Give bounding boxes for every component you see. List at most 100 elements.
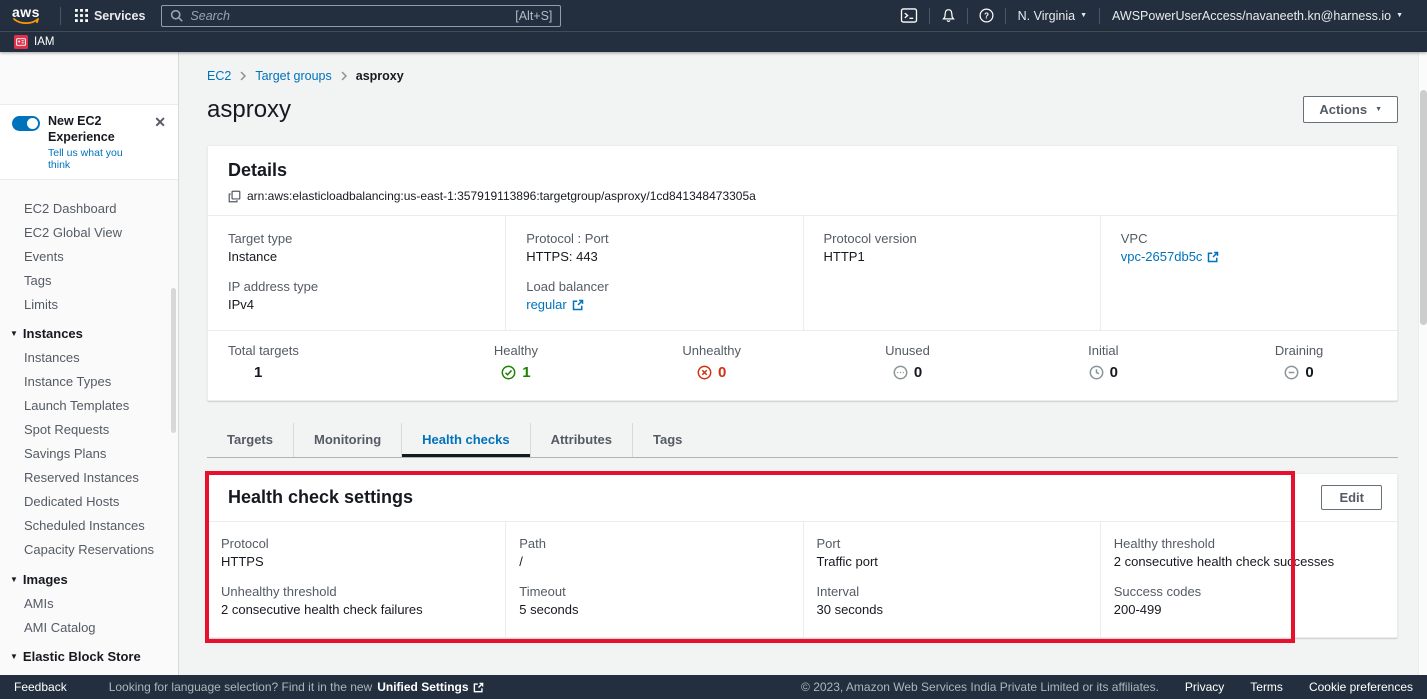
details-column-1: Target type Instance IP address type IPv…: [208, 216, 505, 330]
account-label: AWSPowerUserAccess/navaneeth.kn@harness.…: [1112, 9, 1391, 23]
details-title: Details: [228, 160, 1377, 181]
unified-settings-link[interactable]: Unified Settings: [377, 680, 483, 694]
tab-targets[interactable]: Targets: [207, 423, 293, 457]
field-value: 30 seconds: [817, 602, 1088, 617]
edit-button[interactable]: Edit: [1321, 485, 1382, 510]
arn-row: arn:aws:elasticloadbalancing:us-east-1:3…: [228, 189, 1377, 203]
global-search[interactable]: [Alt+S]: [161, 5, 561, 27]
sidebar-scrollbar[interactable]: [171, 288, 176, 433]
summary-value: 0: [914, 364, 922, 381]
tab-tags[interactable]: Tags: [632, 423, 702, 457]
aws-logo[interactable]: aws: [12, 7, 40, 25]
notifications-button[interactable]: [930, 8, 967, 23]
summary-label: Healthy: [418, 343, 614, 358]
field-label: IP address type: [228, 279, 485, 294]
main-content: EC2 Target groups asproxy asproxy Action…: [179, 52, 1427, 675]
field-load-balancer: Load balancer regular: [526, 279, 782, 312]
chevron-down-icon: ▼: [1375, 106, 1382, 113]
favorites-bar: IAM: [0, 31, 1427, 52]
unified-settings-label: Unified Settings: [377, 680, 468, 694]
region-label: N. Virginia: [1018, 9, 1075, 23]
field-label: Unhealthy threshold: [221, 584, 493, 599]
feedback-link[interactable]: Feedback: [14, 680, 67, 694]
load-balancer-link[interactable]: regular: [526, 297, 583, 312]
tab-monitoring[interactable]: Monitoring: [293, 423, 401, 457]
sidebar-item-limits[interactable]: Limits: [0, 292, 178, 316]
cloudshell-button[interactable]: [889, 8, 929, 23]
sidebar-item-tags[interactable]: Tags: [0, 268, 178, 292]
top-navigation-bar: aws Services [Alt+S] ? N. Virginia ▼ AWS…: [0, 0, 1427, 31]
field-value: 2 consecutive health check successes: [1114, 554, 1385, 569]
sidebar-item-spot-requests[interactable]: Spot Requests: [0, 418, 178, 442]
field-port: Port Traffic port: [817, 536, 1088, 569]
sidebar-item-instances[interactable]: Instances: [0, 346, 178, 370]
sidebar-item-savings-plans[interactable]: Savings Plans: [0, 442, 178, 466]
tab-attributes[interactable]: Attributes: [530, 423, 632, 457]
chevron-down-icon: ▼: [1396, 12, 1403, 19]
field-target-type: Target type Instance: [228, 231, 485, 264]
new-experience-toggle[interactable]: [12, 116, 40, 131]
privacy-link[interactable]: Privacy: [1185, 680, 1224, 694]
sidebar-item-reserved-instances[interactable]: Reserved Instances: [0, 466, 178, 490]
field-interval: Interval 30 seconds: [817, 584, 1088, 617]
sidebar-section-instances[interactable]: ▼ Instances: [0, 316, 178, 346]
services-menu-button[interactable]: Services: [71, 9, 149, 23]
summary-label: Initial: [1005, 343, 1201, 358]
sidebar-item-ec2-dashboard[interactable]: EC2 Dashboard: [0, 196, 178, 220]
sidebar-item-instance-types[interactable]: Instance Types: [0, 370, 178, 394]
field-label: Success codes: [1114, 584, 1385, 599]
window-scrollbar[interactable]: [1418, 52, 1427, 675]
search-icon: [170, 9, 183, 22]
copy-icon[interactable]: [228, 190, 241, 203]
field-label: Protocol: [221, 536, 493, 551]
summary-draining: Draining 0: [1201, 343, 1397, 385]
health-check-title: Health check settings: [228, 487, 413, 508]
summary-unused: Unused 0: [810, 343, 1006, 385]
health-check-fields: Protocol HTTPS Unhealthy threshold 2 con…: [208, 521, 1397, 637]
breadcrumb-chevron-icon: [239, 71, 247, 81]
field-label: Protocol version: [824, 231, 1080, 246]
sidebar-item-ec2-global-view[interactable]: EC2 Global View: [0, 220, 178, 244]
sidebar-section-images[interactable]: ▼ Images: [0, 562, 178, 592]
sidebar-item-scheduled-instances[interactable]: Scheduled Instances: [0, 514, 178, 538]
summary-label: Draining: [1201, 343, 1397, 358]
sidebar-item-events[interactable]: Events: [0, 244, 178, 268]
favorite-iam-link[interactable]: IAM: [34, 36, 54, 48]
field-value: Instance: [228, 249, 485, 264]
healthy-check-icon: [501, 365, 516, 380]
account-menu[interactable]: AWSPowerUserAccess/navaneeth.kn@harness.…: [1100, 9, 1415, 23]
search-input[interactable]: [190, 9, 508, 23]
breadcrumb-ec2[interactable]: EC2: [207, 69, 231, 83]
section-caret-icon: ▼: [10, 575, 18, 584]
details-column-2: Protocol : Port HTTPS: 443 Load balancer…: [505, 216, 802, 330]
external-link-icon: [1207, 251, 1219, 263]
field-label: Interval: [817, 584, 1088, 599]
health-check-column-4: Healthy threshold 2 consecutive health c…: [1100, 522, 1397, 637]
sidebar-item-launch-templates[interactable]: Launch Templates: [0, 394, 178, 418]
field-success-codes: Success codes 200-499: [1114, 584, 1385, 617]
help-button[interactable]: ?: [968, 8, 1005, 23]
sidebar-section-elastic-block-store[interactable]: ▼ Elastic Block Store: [0, 639, 178, 669]
field-label: Load balancer: [526, 279, 782, 294]
app-body: New EC2 Experience Tell us what you thin…: [0, 52, 1427, 675]
sidebar-item-capacity-reservations[interactable]: Capacity Reservations: [0, 538, 178, 562]
close-icon[interactable]: ✕: [152, 114, 168, 131]
field-label: Healthy threshold: [1114, 536, 1385, 551]
link-label: vpc-2657db5c: [1121, 249, 1203, 264]
terms-link[interactable]: Terms: [1250, 680, 1283, 694]
tab-health-checks[interactable]: Health checks: [401, 423, 529, 457]
actions-button[interactable]: Actions ▼: [1303, 96, 1398, 123]
breadcrumb-target-groups[interactable]: Target groups: [255, 69, 331, 83]
sidebar-item-amis[interactable]: AMIs: [0, 591, 178, 615]
vpc-link[interactable]: vpc-2657db5c: [1121, 249, 1220, 264]
chevron-down-icon: ▼: [1080, 12, 1087, 19]
region-selector[interactable]: N. Virginia ▼: [1006, 9, 1099, 23]
scrollbar-thumb[interactable]: [1420, 90, 1427, 325]
sidebar-item-dedicated-hosts[interactable]: Dedicated Hosts: [0, 490, 178, 514]
summary-unhealthy: Unhealthy 0: [614, 343, 810, 385]
cookie-preferences-link[interactable]: Cookie preferences: [1309, 680, 1413, 694]
summary-value: 1: [522, 364, 530, 381]
tell-us-link[interactable]: Tell us what you think: [48, 147, 144, 171]
sidebar-item-ami-catalog[interactable]: AMI Catalog: [0, 615, 178, 639]
new-experience-title: New EC2 Experience: [48, 114, 144, 145]
